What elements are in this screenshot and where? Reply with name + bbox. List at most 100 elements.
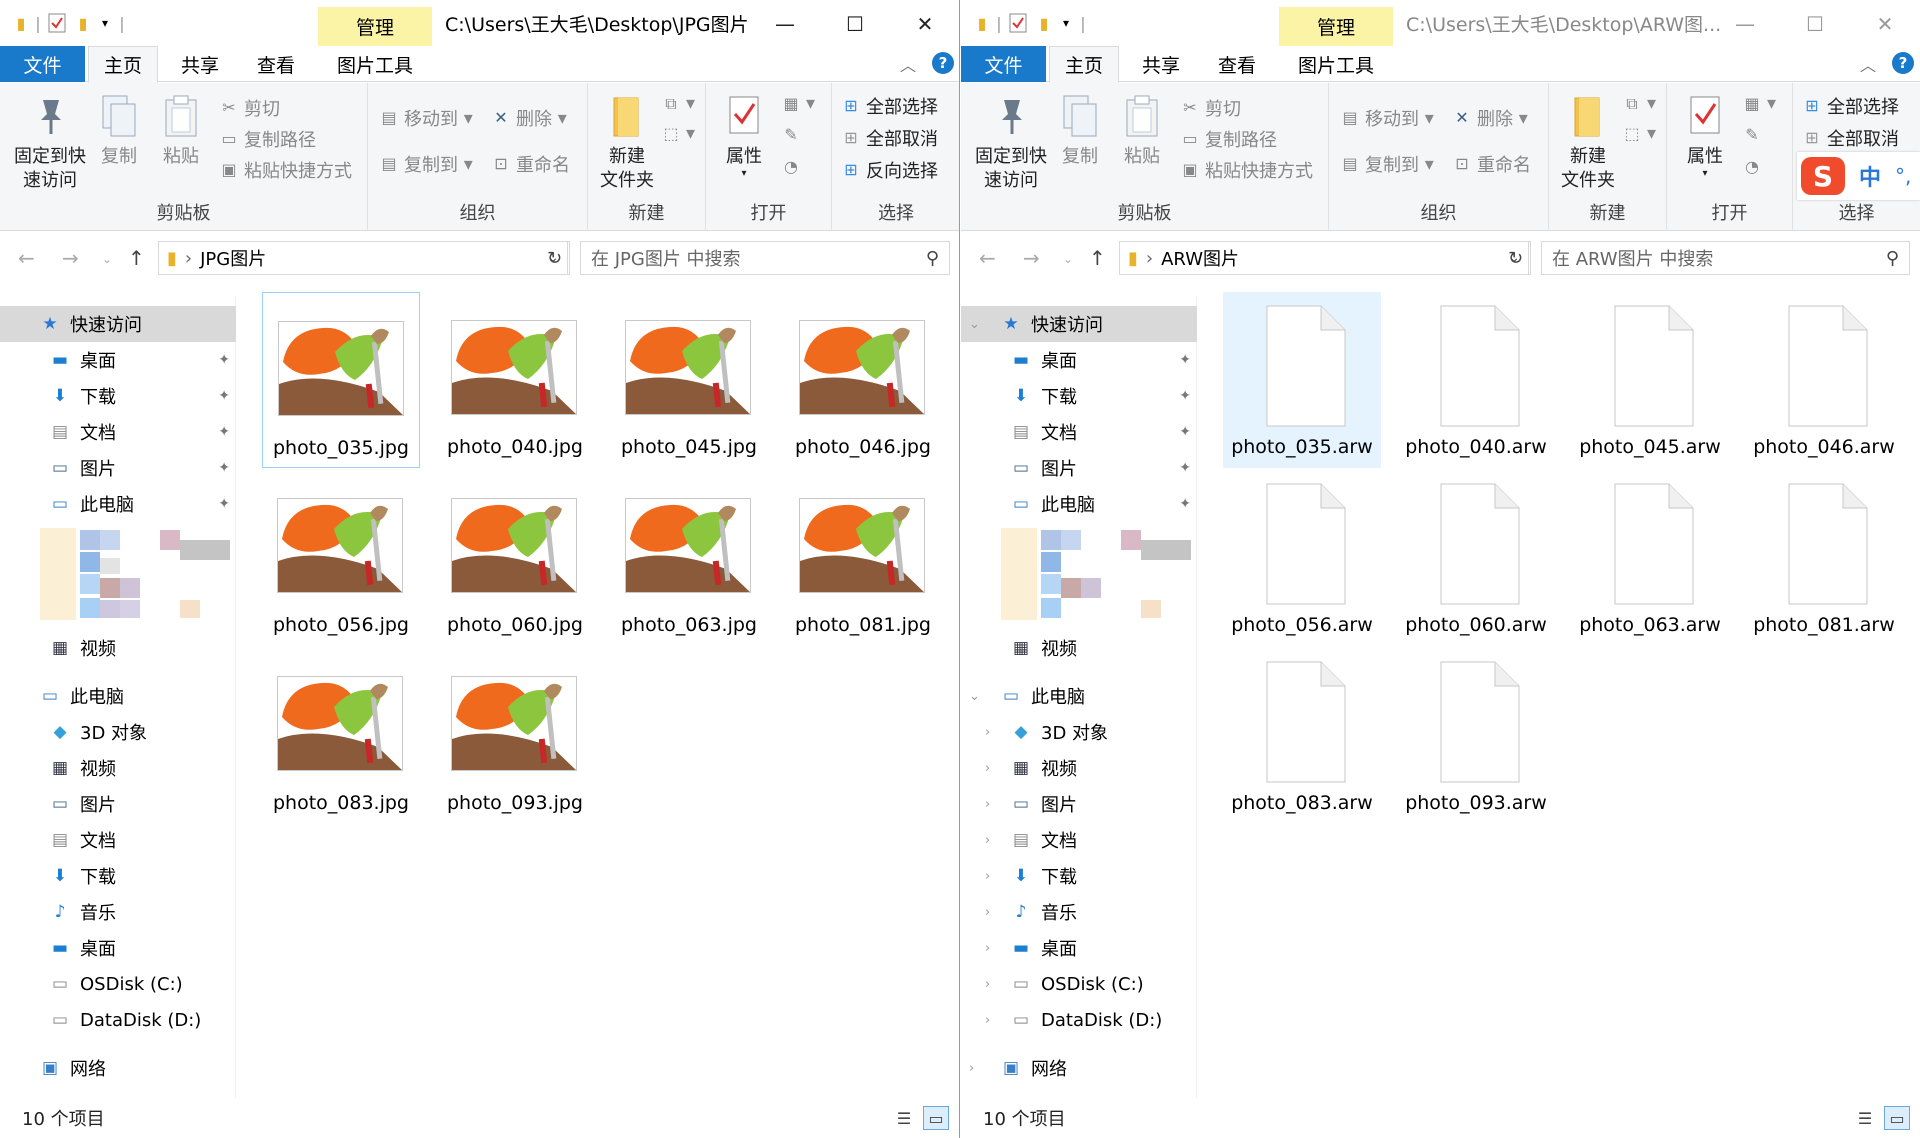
nav-documents[interactable]: ▤ 文档 ✦ — [961, 414, 1197, 450]
nav-downloads[interactable]: ⬇ 下载 ✦ — [0, 378, 236, 414]
file-tile[interactable]: photo_045.jpg — [610, 292, 768, 468]
file-tile[interactable]: photo_035.arw — [1223, 292, 1381, 468]
nav-this-pc[interactable]: ▭ 此电脑 — [0, 678, 236, 714]
address-bar[interactable]: ▮ › ARW图片 ⌄ — [1119, 241, 1529, 275]
pin-icon[interactable]: ✦ — [1179, 352, 1191, 368]
nav-3d-objects[interactable]: › ◆ 3D 对象 — [961, 714, 1197, 750]
properties-button[interactable]: 属性 ▾ — [714, 93, 774, 179]
rename-button[interactable]: ⊡ 重命名 — [490, 151, 570, 177]
help-icon[interactable]: ? — [932, 52, 954, 74]
refresh-icon[interactable]: ↻ — [1501, 241, 1531, 275]
nav-downloads[interactable]: ⬇ 下载 ✦ — [961, 378, 1197, 414]
copy-to-button[interactable]: ▤ 复制到 ▾ — [378, 151, 472, 177]
nav-videos[interactable]: ▦ 视频 — [0, 750, 236, 786]
tab-picture-tools[interactable]: 图片工具 — [318, 46, 432, 82]
cut-button[interactable]: ✂ 剪切 — [218, 95, 280, 121]
file-tile[interactable]: photo_035.jpg — [262, 292, 420, 468]
cut-button[interactable]: ✂ 剪切 — [1179, 95, 1241, 121]
details-view-icon[interactable]: ☰ — [1852, 1106, 1878, 1130]
title-bar[interactable]: ▮ | ▮ ▾ | 管理 C:\Users\王大毛\Desktop\JPG图片 … — [0, 0, 959, 46]
customize-dropdown-icon[interactable]: ▾ — [94, 11, 116, 35]
tab-view[interactable]: 查看 — [240, 46, 312, 82]
nav-datadisk-d[interactable]: › ▭ DataDisk (D:) — [961, 1002, 1197, 1038]
nav-this-pc-pinned[interactable]: ▭ 此电脑 ✦ — [0, 486, 236, 522]
pin-quick-access-button[interactable]: 固定到快 速访问 — [967, 93, 1055, 193]
delete-button[interactable]: ✕ 删除 ▾ — [1451, 105, 1527, 131]
file-tile[interactable]: photo_040.arw — [1397, 292, 1555, 468]
pin-icon[interactable]: ✦ — [218, 460, 230, 476]
maximize-icon[interactable]: ☐ — [820, 4, 890, 44]
large-icons-view-icon[interactable]: ▭ — [923, 1106, 949, 1130]
invert-selection-button[interactable]: ⊞ 反向选择 — [840, 157, 938, 183]
nav-downloads-pc[interactable]: ⬇ 下载 — [0, 858, 236, 894]
new-item-button[interactable]: ⧉ ▾ — [1621, 93, 1656, 114]
nav-documents-pc[interactable]: ▤ 文档 — [0, 822, 236, 858]
copy-path-button[interactable]: ▭ 复制路径 — [1179, 126, 1277, 152]
file-tile[interactable]: photo_063.jpg — [610, 470, 768, 646]
history-button[interactable]: ◔ — [780, 157, 806, 177]
nav-videos[interactable]: › ▦ 视频 — [961, 750, 1197, 786]
pin-icon[interactable]: ✦ — [218, 496, 230, 512]
move-to-button[interactable]: ▤ 移动到 ▾ — [378, 105, 472, 131]
expand-chevron-icon[interactable]: › — [985, 797, 990, 812]
pin-icon[interactable]: ✦ — [1179, 424, 1191, 440]
file-tile[interactable]: photo_063.arw — [1571, 470, 1729, 646]
expand-chevron-icon[interactable]: ⌄ — [969, 317, 980, 332]
nav-network[interactable]: ▣ 网络 — [0, 1050, 236, 1086]
select-none-button[interactable]: ⊞ 全部取消 — [1801, 125, 1899, 151]
nav-network[interactable]: › ▣ 网络 — [961, 1050, 1197, 1086]
nav-videos-quick[interactable]: ▦ 视频 — [0, 630, 236, 666]
paste-shortcut-button[interactable]: ▣ 粘贴快捷方式 — [1179, 157, 1313, 183]
history-button[interactable]: ◔ — [1741, 157, 1767, 177]
expand-chevron-icon[interactable]: › — [985, 941, 990, 956]
new-folder-quick-icon[interactable]: ▮ — [72, 11, 94, 35]
open-button[interactable]: ▦ ▾ — [780, 93, 815, 114]
nav-music[interactable]: ♪ 音乐 — [0, 894, 236, 930]
ime-mode-chinese[interactable]: 中 — [1859, 160, 1881, 192]
back-arrow-icon[interactable]: ← — [18, 246, 35, 270]
nav-pictures-pc[interactable]: ▭ 图片 — [0, 786, 236, 822]
nav-documents[interactable]: ▤ 文档 ✦ — [0, 414, 236, 450]
nav-3d-objects[interactable]: ◆ 3D 对象 — [0, 714, 236, 750]
tab-file[interactable]: 文件 — [961, 46, 1046, 82]
file-tile[interactable]: photo_060.arw — [1397, 470, 1555, 646]
copy-to-button[interactable]: ▤ 复制到 ▾ — [1339, 151, 1433, 177]
nav-documents-pc[interactable]: › ▤ 文档 — [961, 822, 1197, 858]
edit-button[interactable]: ✎ — [1741, 125, 1767, 145]
nav-quick-access[interactable]: ★ 快速访问 — [0, 306, 236, 342]
file-tile[interactable]: photo_083.arw — [1223, 648, 1381, 824]
file-tile[interactable]: photo_040.jpg — [436, 292, 594, 468]
nav-osdisk-c[interactable]: ▭ OSDisk (C:) — [0, 966, 236, 1002]
expand-chevron-icon[interactable]: › — [985, 1013, 990, 1028]
recent-dropdown-icon[interactable]: ⌄ — [102, 252, 112, 266]
file-tile[interactable]: photo_093.jpg — [436, 648, 594, 824]
refresh-icon[interactable]: ↻ — [540, 241, 570, 275]
new-item-button[interactable]: ⧉ ▾ — [660, 93, 695, 114]
nav-desktop[interactable]: ▬ 桌面 ✦ — [0, 342, 236, 378]
tab-share[interactable]: 共享 — [1127, 46, 1195, 82]
nav-osdisk-c[interactable]: › ▭ OSDisk (C:) — [961, 966, 1197, 1002]
move-to-button[interactable]: ▤ 移动到 ▾ — [1339, 105, 1433, 131]
tab-home[interactable]: 主页 — [88, 46, 158, 83]
maximize-icon[interactable]: ☐ — [1780, 4, 1850, 44]
tab-picture-tools[interactable]: 图片工具 — [1279, 46, 1393, 82]
minimize-icon[interactable]: — — [750, 4, 820, 44]
up-arrow-icon[interactable]: ↑ — [128, 246, 145, 270]
select-all-button[interactable]: ⊞ 全部选择 — [840, 93, 938, 119]
expand-chevron-icon[interactable]: ⌄ — [969, 689, 980, 704]
file-tile[interactable]: photo_083.jpg — [262, 648, 420, 824]
customize-dropdown-icon[interactable]: ▾ — [1055, 11, 1077, 35]
tab-share[interactable]: 共享 — [166, 46, 234, 82]
tab-home[interactable]: 主页 — [1049, 46, 1119, 83]
nav-quick-access[interactable]: ⌄ ★ 快速访问 — [961, 306, 1197, 342]
help-icon[interactable]: ? — [1892, 52, 1914, 74]
forward-arrow-icon[interactable]: → — [62, 246, 79, 270]
expand-chevron-icon[interactable]: › — [985, 725, 990, 740]
edit-button[interactable]: ✎ — [780, 125, 806, 145]
expand-chevron-icon[interactable]: › — [985, 833, 990, 848]
nav-pictures[interactable]: ▭ 图片 ✦ — [961, 450, 1197, 486]
title-bar[interactable]: ▮ | ▮ ▾ | 管理 C:\Users\王大毛\Desktop\ARW图..… — [961, 0, 1920, 46]
ime-punctuation-icon[interactable]: °, — [1895, 164, 1911, 188]
expand-chevron-icon[interactable]: › — [985, 761, 990, 776]
new-folder-button[interactable]: 新建 文件夹 — [1553, 93, 1623, 193]
